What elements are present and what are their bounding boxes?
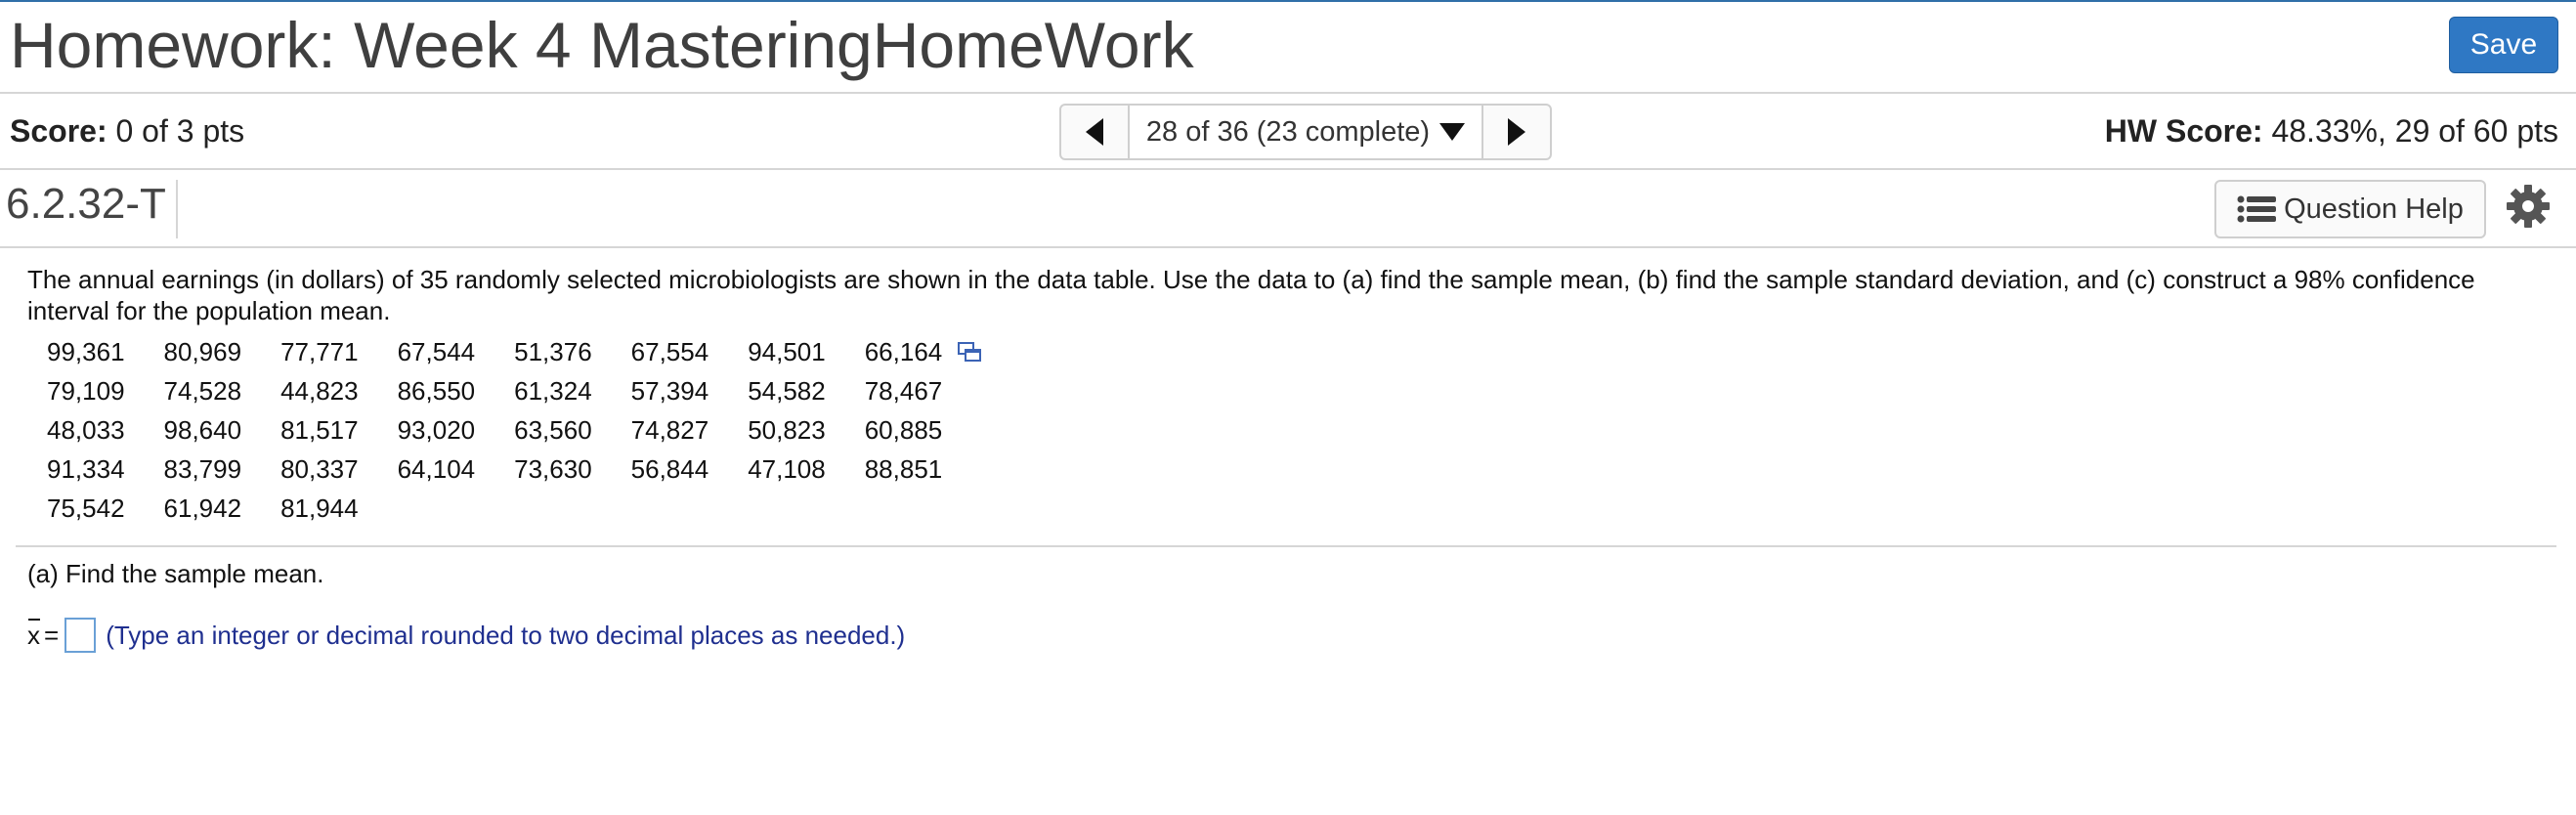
- question-id: 6.2.32-T: [6, 180, 178, 238]
- data-cell: 47,108: [748, 453, 826, 484]
- score-bar: Score: 0 of 3 pts 28 of 36 (23 complete)…: [0, 94, 2576, 170]
- hw-score: HW Score: 48.33%, 29 of 60 pts: [2105, 113, 2558, 150]
- score-value: 0 of 3 pts: [115, 113, 245, 149]
- question-help-button[interactable]: Question Help: [2214, 180, 2486, 238]
- list-icon: [2237, 195, 2278, 223]
- question-position: 28 of 36 (23 complete): [1145, 115, 1431, 148]
- question-selector[interactable]: 28 of 36 (23 complete): [1130, 106, 1481, 158]
- data-cell: 54,582: [748, 375, 826, 406]
- data-cell: 94,501: [748, 336, 826, 366]
- data-table: 99,361 80,969 77,771 67,544 51,376 67,554 94,5…: [47, 332, 981, 528]
- next-question-button[interactable]: [1481, 106, 1550, 158]
- data-cell: 86,550: [397, 375, 476, 406]
- data-cell: 99,361: [47, 336, 125, 366]
- score: Score: 0 of 3 pts: [10, 113, 244, 150]
- data-row: 75,542 61,942 81,944: [47, 489, 981, 528]
- x-bar-symbol: x: [27, 618, 40, 650]
- answer-row: x = (Type an integer or decimal rounded …: [27, 618, 905, 653]
- data-row: 91,334 83,799 80,337 64,104 73,630 56,844 47,1…: [47, 450, 981, 489]
- question-navigator: 28 of 36 (23 complete): [1059, 104, 1552, 160]
- data-row: 48,033 98,640 81,517 93,020 63,560 74,827 50,8…: [47, 410, 981, 450]
- data-row: 79,109 74,528 44,823 86,550 61,324 57,394 54,5…: [47, 371, 981, 410]
- header: Homework: Week 4 MasteringHomeWork Save: [0, 2, 2576, 94]
- data-cell: [631, 489, 749, 528]
- data-cell: 60,885: [864, 414, 943, 445]
- data-cell: 79,109: [47, 375, 125, 406]
- data-cell: 67,544: [397, 336, 476, 366]
- data-cell: 74,827: [630, 414, 709, 445]
- data-cell: 91,334: [47, 453, 125, 484]
- data-cell: 74,528: [163, 375, 242, 406]
- data-cell: 98,640: [163, 414, 242, 445]
- data-cell: 51,376: [514, 336, 592, 366]
- data-cell: 64,104: [397, 453, 476, 484]
- sample-mean-input[interactable]: [64, 618, 97, 653]
- data-cell: 93,020: [397, 414, 476, 445]
- data-row: 99,361 80,969 77,771 67,544 51,376 67,554 94,5…: [47, 332, 981, 371]
- data-cell: 81,517: [280, 414, 359, 445]
- chevron-down-icon: [1439, 123, 1466, 141]
- answer-hint: (Type an integer or decimal rounded to t…: [106, 620, 906, 650]
- chevron-right-icon: [1508, 118, 1525, 146]
- data-cell: 67,554: [630, 336, 709, 366]
- data-cell: 77,771: [280, 336, 359, 366]
- data-cell: [398, 489, 515, 528]
- gear-icon[interactable]: [2506, 184, 2551, 229]
- previous-question-button[interactable]: [1061, 106, 1130, 158]
- data-cell: 75,542: [47, 493, 125, 523]
- data-cell: 50,823: [748, 414, 826, 445]
- data-cell: 48,033: [47, 414, 125, 445]
- score-label: Score:: [10, 113, 107, 149]
- question-help-label: Question Help: [2284, 193, 2464, 225]
- data-cell: 78,467: [864, 375, 943, 406]
- hw-score-label: HW Score:: [2104, 113, 2263, 149]
- data-cell: 57,394: [630, 375, 709, 406]
- divider: [16, 545, 2556, 547]
- question-prompt: The annual earnings (in dollars) of 35 r…: [27, 265, 2475, 325]
- data-cell: 56,844: [630, 453, 709, 484]
- part-a-prompt: (a) Find the sample mean.: [27, 559, 324, 588]
- data-cell: 63,560: [514, 414, 592, 445]
- data-cell: 61,324: [514, 375, 592, 406]
- save-button[interactable]: Save: [2449, 17, 2558, 73]
- equals-sign: =: [44, 620, 60, 650]
- page-title: Homework: Week 4 MasteringHomeWork: [10, 9, 1194, 81]
- data-cell: 88,851: [864, 453, 943, 484]
- data-cell: 83,799: [163, 453, 242, 484]
- data-cell: 80,969: [163, 336, 242, 366]
- data-cell: 44,823: [280, 375, 359, 406]
- data-cell: 61,942: [163, 493, 242, 523]
- data-cell: [748, 489, 865, 528]
- question-bar: 6.2.32-T Question Help: [0, 170, 2576, 248]
- data-cell: 80,337: [280, 453, 359, 484]
- chevron-left-icon: [1086, 118, 1103, 146]
- data-cell: 73,630: [514, 453, 592, 484]
- hw-score-value: 48.33%, 29 of 60 pts: [2271, 113, 2558, 149]
- data-cell: 81,944: [280, 493, 359, 523]
- question-content: The annual earnings (in dollars) of 35 r…: [27, 264, 2558, 523]
- data-cell: [865, 489, 982, 528]
- data-popup-icon[interactable]: [958, 342, 983, 364]
- data-cell: [514, 489, 631, 528]
